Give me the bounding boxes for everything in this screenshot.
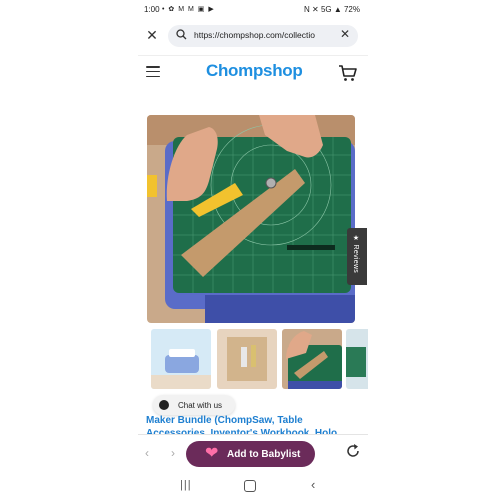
product-main-image[interactable] (147, 115, 355, 323)
forward-arrow-icon[interactable]: › (171, 446, 175, 460)
system-navigation-bar: ||| ‹ (138, 472, 368, 500)
status-bar: 1:00 • ✿ M M ▣ ▶ N ✕ 5G ▲ 72% (138, 0, 368, 20)
address-bar[interactable]: https://chompshop.com/collectio ✕ (168, 25, 358, 47)
clear-url-icon[interactable]: ✕ (340, 27, 350, 41)
search-icon (176, 29, 187, 43)
thumbnail-2[interactable] (217, 329, 277, 389)
add-to-babylist-button[interactable]: ❤ Add to Babylist (186, 441, 315, 467)
chat-button[interactable]: Chat with us (153, 395, 235, 415)
site-header: Chompshop (138, 55, 368, 90)
menu-icon[interactable] (146, 66, 160, 78)
heart-icon: ❤ (205, 445, 219, 462)
thumbnail-strip (147, 329, 368, 389)
reviews-tab[interactable]: ★ Reviews (347, 228, 367, 285)
back-arrow-icon[interactable]: ‹ (145, 446, 149, 460)
notification-icons: • ✿ M M ▣ ▶ (162, 6, 215, 13)
product-title: Maker Bundle (ChompSaw, Table Accessorie… (146, 415, 338, 434)
browser-toolbar: ✕ https://chompshop.com/collectio ✕ (138, 22, 368, 50)
reload-icon[interactable] (345, 443, 361, 459)
home-icon[interactable] (244, 480, 256, 492)
babylist-label: Add to Babylist (227, 449, 301, 460)
cart-icon[interactable] (338, 64, 357, 82)
recent-apps-icon[interactable]: ||| (180, 479, 192, 491)
bottom-toolbar: ‹ › ❤ Add to Babylist (138, 434, 368, 473)
status-right: N ✕ 5G ▲ 72% (304, 5, 360, 14)
thumbnail-4[interactable] (346, 329, 368, 389)
site-logo[interactable]: Chompshop (206, 61, 303, 81)
thumbnail-3[interactable] (282, 329, 342, 389)
phone-screen: 1:00 • ✿ M M ▣ ▶ N ✕ 5G ▲ 72% ✕ https://… (138, 0, 368, 500)
status-time: 1:00 (144, 5, 160, 14)
chat-icon (159, 400, 169, 410)
system-back-icon[interactable]: ‹ (311, 477, 315, 492)
thumbnail-1[interactable] (151, 329, 211, 389)
reviews-tab-label: ★ Reviews (352, 234, 359, 274)
close-tab-icon[interactable]: ✕ (144, 27, 160, 43)
url-text[interactable]: https://chompshop.com/collectio (194, 30, 332, 40)
chat-label: Chat with us (178, 401, 223, 410)
